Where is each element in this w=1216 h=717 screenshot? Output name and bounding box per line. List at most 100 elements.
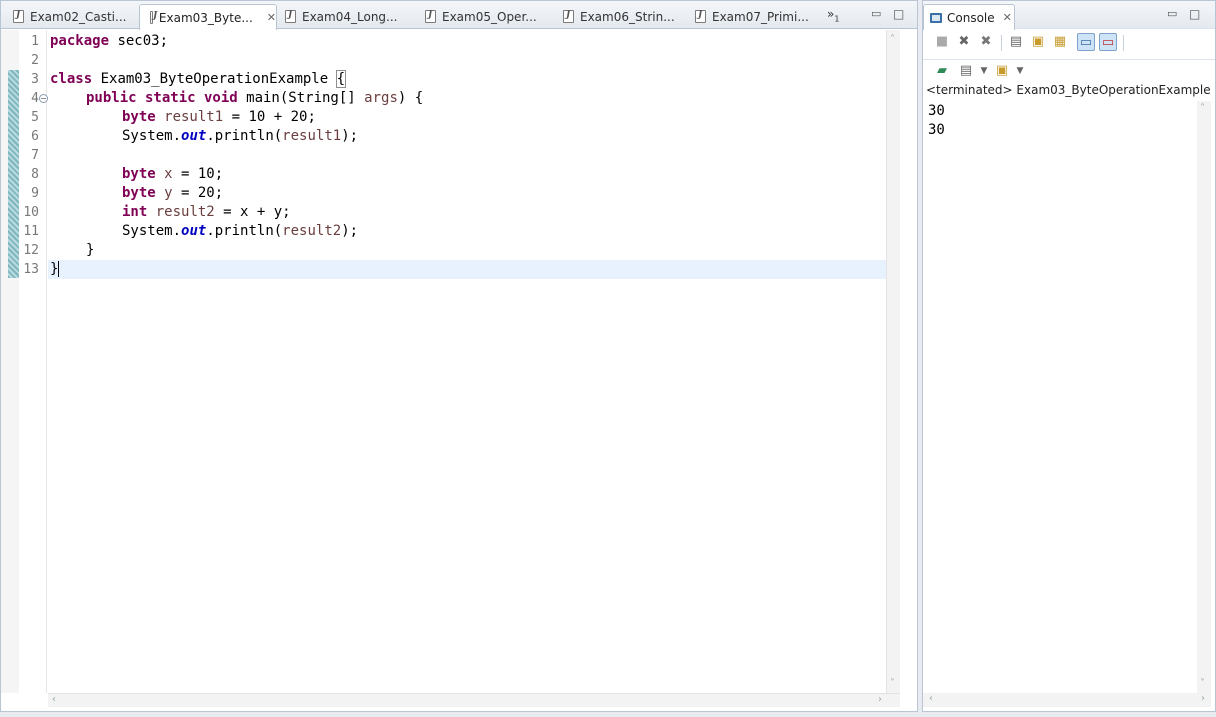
scroll-down-icon[interactable]: ˅ (1200, 678, 1205, 689)
code-line-6: System.out.println(result1); (50, 127, 358, 146)
terminate-icon[interactable]: ■ (933, 33, 951, 51)
line-number: 11 (23, 224, 39, 239)
keyword: public static void (86, 90, 238, 106)
console-horizontal-scrollbar[interactable]: ‹ › (923, 693, 1211, 707)
maximize-icon[interactable]: □ (1189, 7, 1200, 21)
line-number: 10 (23, 205, 39, 220)
line-number: 7 (31, 148, 39, 163)
line-number: 8 (31, 167, 39, 182)
keyword: byte (122, 166, 156, 182)
code-line-12: } (50, 241, 94, 260)
scroll-left-icon[interactable]: ‹ (52, 694, 56, 705)
code-text: ); (341, 223, 359, 239)
tab-label: Exam06_Strin... (580, 9, 675, 24)
tab-exam03[interactable]: Exam03_Byte... ✕ (139, 4, 277, 30)
fold-collapse-icon[interactable]: − (39, 94, 48, 103)
tab-label: Exam05_Oper... (442, 9, 537, 24)
line-number-gutter: 1 2 3 4 − 5 6 7 8 9 10 11 12 13 (19, 30, 48, 693)
scroll-left-icon[interactable]: ‹ (929, 693, 933, 704)
parameter: args (364, 90, 398, 106)
line-number: 6 (31, 129, 39, 144)
keyword: byte (122, 109, 156, 125)
close-icon[interactable]: ✕ (1003, 11, 1012, 24)
java-file-icon (285, 10, 296, 23)
code-text: System. (122, 128, 182, 144)
code-line-10: int result2 = x + y; (50, 203, 291, 222)
scroll-up-icon[interactable]: ˄ (890, 34, 895, 45)
code-text: = 10 + 20; (223, 109, 316, 125)
console-output[interactable]: 30 30 (928, 102, 945, 140)
code-text: sec03; (109, 33, 169, 49)
local-variable: x (155, 166, 173, 182)
current-line-highlight (48, 260, 886, 279)
code-line-5: byte result1 = 10 + 20; (50, 108, 316, 127)
chevron-down-icon[interactable]: ▼ (1011, 62, 1029, 80)
scroll-lock-icon[interactable]: ▣ (1029, 33, 1047, 51)
console-tab-bar: Console ✕ ▭ □ (923, 1, 1215, 30)
text-caret (58, 261, 60, 277)
show-on-stderr-icon[interactable]: ▭ (1099, 33, 1117, 51)
quick-diff-ruler (1, 30, 19, 693)
scroll-up-icon[interactable]: ˄ (1200, 103, 1205, 114)
tab-console[interactable]: Console ✕ (923, 4, 1015, 30)
java-file-icon (563, 10, 574, 23)
tab-exam05[interactable]: Exam05_Oper... (415, 4, 555, 29)
console-toolbar: ■ ✖ ✖ ▤ ▣ ▦ ▭ ▭ (923, 30, 1215, 56)
code-text: } (50, 261, 59, 277)
editor-horizontal-scrollbar[interactable]: ‹ › (48, 693, 900, 707)
minimize-icon[interactable]: ▭ (871, 7, 881, 20)
line-number: 4 (31, 91, 39, 106)
keyword: class (50, 71, 93, 87)
tab-label: Exam03_Byte... (158, 10, 253, 25)
java-file-icon (695, 10, 706, 23)
tab-exam02[interactable]: Exam02_Casti... (3, 4, 137, 29)
java-editor-part: Exam02_Casti... Exam03_Byte... ✕ Exam04_… (0, 0, 918, 712)
tab-label: Exam07_Primi... (712, 9, 809, 24)
scroll-down-icon[interactable]: ˅ (890, 678, 895, 689)
maximize-icon[interactable]: □ (893, 7, 904, 21)
code-text: = x + y; (214, 204, 291, 220)
code-line-4: public static void main(String[] args) { (50, 89, 423, 108)
minimize-icon[interactable]: ▭ (1167, 7, 1177, 20)
scroll-right-icon[interactable]: › (1201, 693, 1205, 704)
keyword: int (122, 204, 148, 220)
tab-exam06[interactable]: Exam06_Strin... (553, 4, 685, 29)
console-tab-label: Console (947, 10, 995, 25)
editor-vertical-scrollbar[interactable]: ˄ ˅ (886, 30, 900, 693)
remove-launch-icon[interactable]: ✖ (955, 33, 973, 51)
scroll-right-icon[interactable]: › (878, 694, 882, 705)
remove-all-terminated-icon[interactable]: ✖ (977, 33, 995, 51)
static-field: out (181, 128, 207, 144)
console-vertical-scrollbar[interactable]: ˄ ˅ (1197, 101, 1211, 693)
code-line-9: byte y = 20; (50, 184, 223, 203)
editor-tab-bar: Exam02_Casti... Exam03_Byte... ✕ Exam04_… (1, 1, 917, 30)
word-wrap-icon[interactable]: ▦ (1051, 33, 1069, 51)
pin-console-icon[interactable]: ▰ (933, 62, 951, 80)
show-on-stdout-icon[interactable]: ▭ (1077, 33, 1095, 51)
code-text-area[interactable]: package sec03; class Exam03_ByteOperatio… (48, 30, 886, 693)
line-number: 12 (23, 243, 39, 258)
java-file-icon (13, 10, 24, 23)
tab-exam04[interactable]: Exam04_Long... (275, 4, 415, 29)
display-selected-console-icon[interactable]: ▤ (957, 62, 975, 80)
code-line-11: System.out.println(result2); (50, 222, 358, 241)
chevron-down-icon[interactable]: ▼ (975, 62, 993, 80)
code-text: ); (341, 128, 359, 144)
open-console-icon[interactable]: ▣ (993, 62, 1011, 80)
local-variable: result1 (155, 109, 224, 125)
matching-brace: { (335, 70, 347, 88)
code-text: main(String[] (237, 90, 365, 106)
eclipse-workbench: Exam02_Casti... Exam03_Byte... ✕ Exam04_… (0, 0, 1216, 717)
java-file-icon (150, 11, 157, 24)
code-line-8: byte x = 10; (50, 165, 223, 184)
line-number: 5 (31, 110, 39, 125)
tab-overflow-button[interactable]: »1 (827, 7, 839, 23)
line-number: 13 (23, 262, 39, 277)
tab-exam07[interactable]: Exam07_Primi... (685, 4, 821, 29)
local-variable: result2 (282, 223, 342, 239)
clear-console-icon[interactable]: ▤ (1007, 33, 1025, 51)
tab-label: Exam04_Long... (302, 9, 398, 24)
overflow-count: 1 (834, 14, 840, 24)
console-view: Console ✕ ▭ □ ■ ✖ ✖ ▤ ▣ ▦ ▭ ▭ ▰ ▤ ▼ ▣ ▼ … (922, 0, 1216, 712)
code-line-1: package sec03; (50, 32, 168, 51)
